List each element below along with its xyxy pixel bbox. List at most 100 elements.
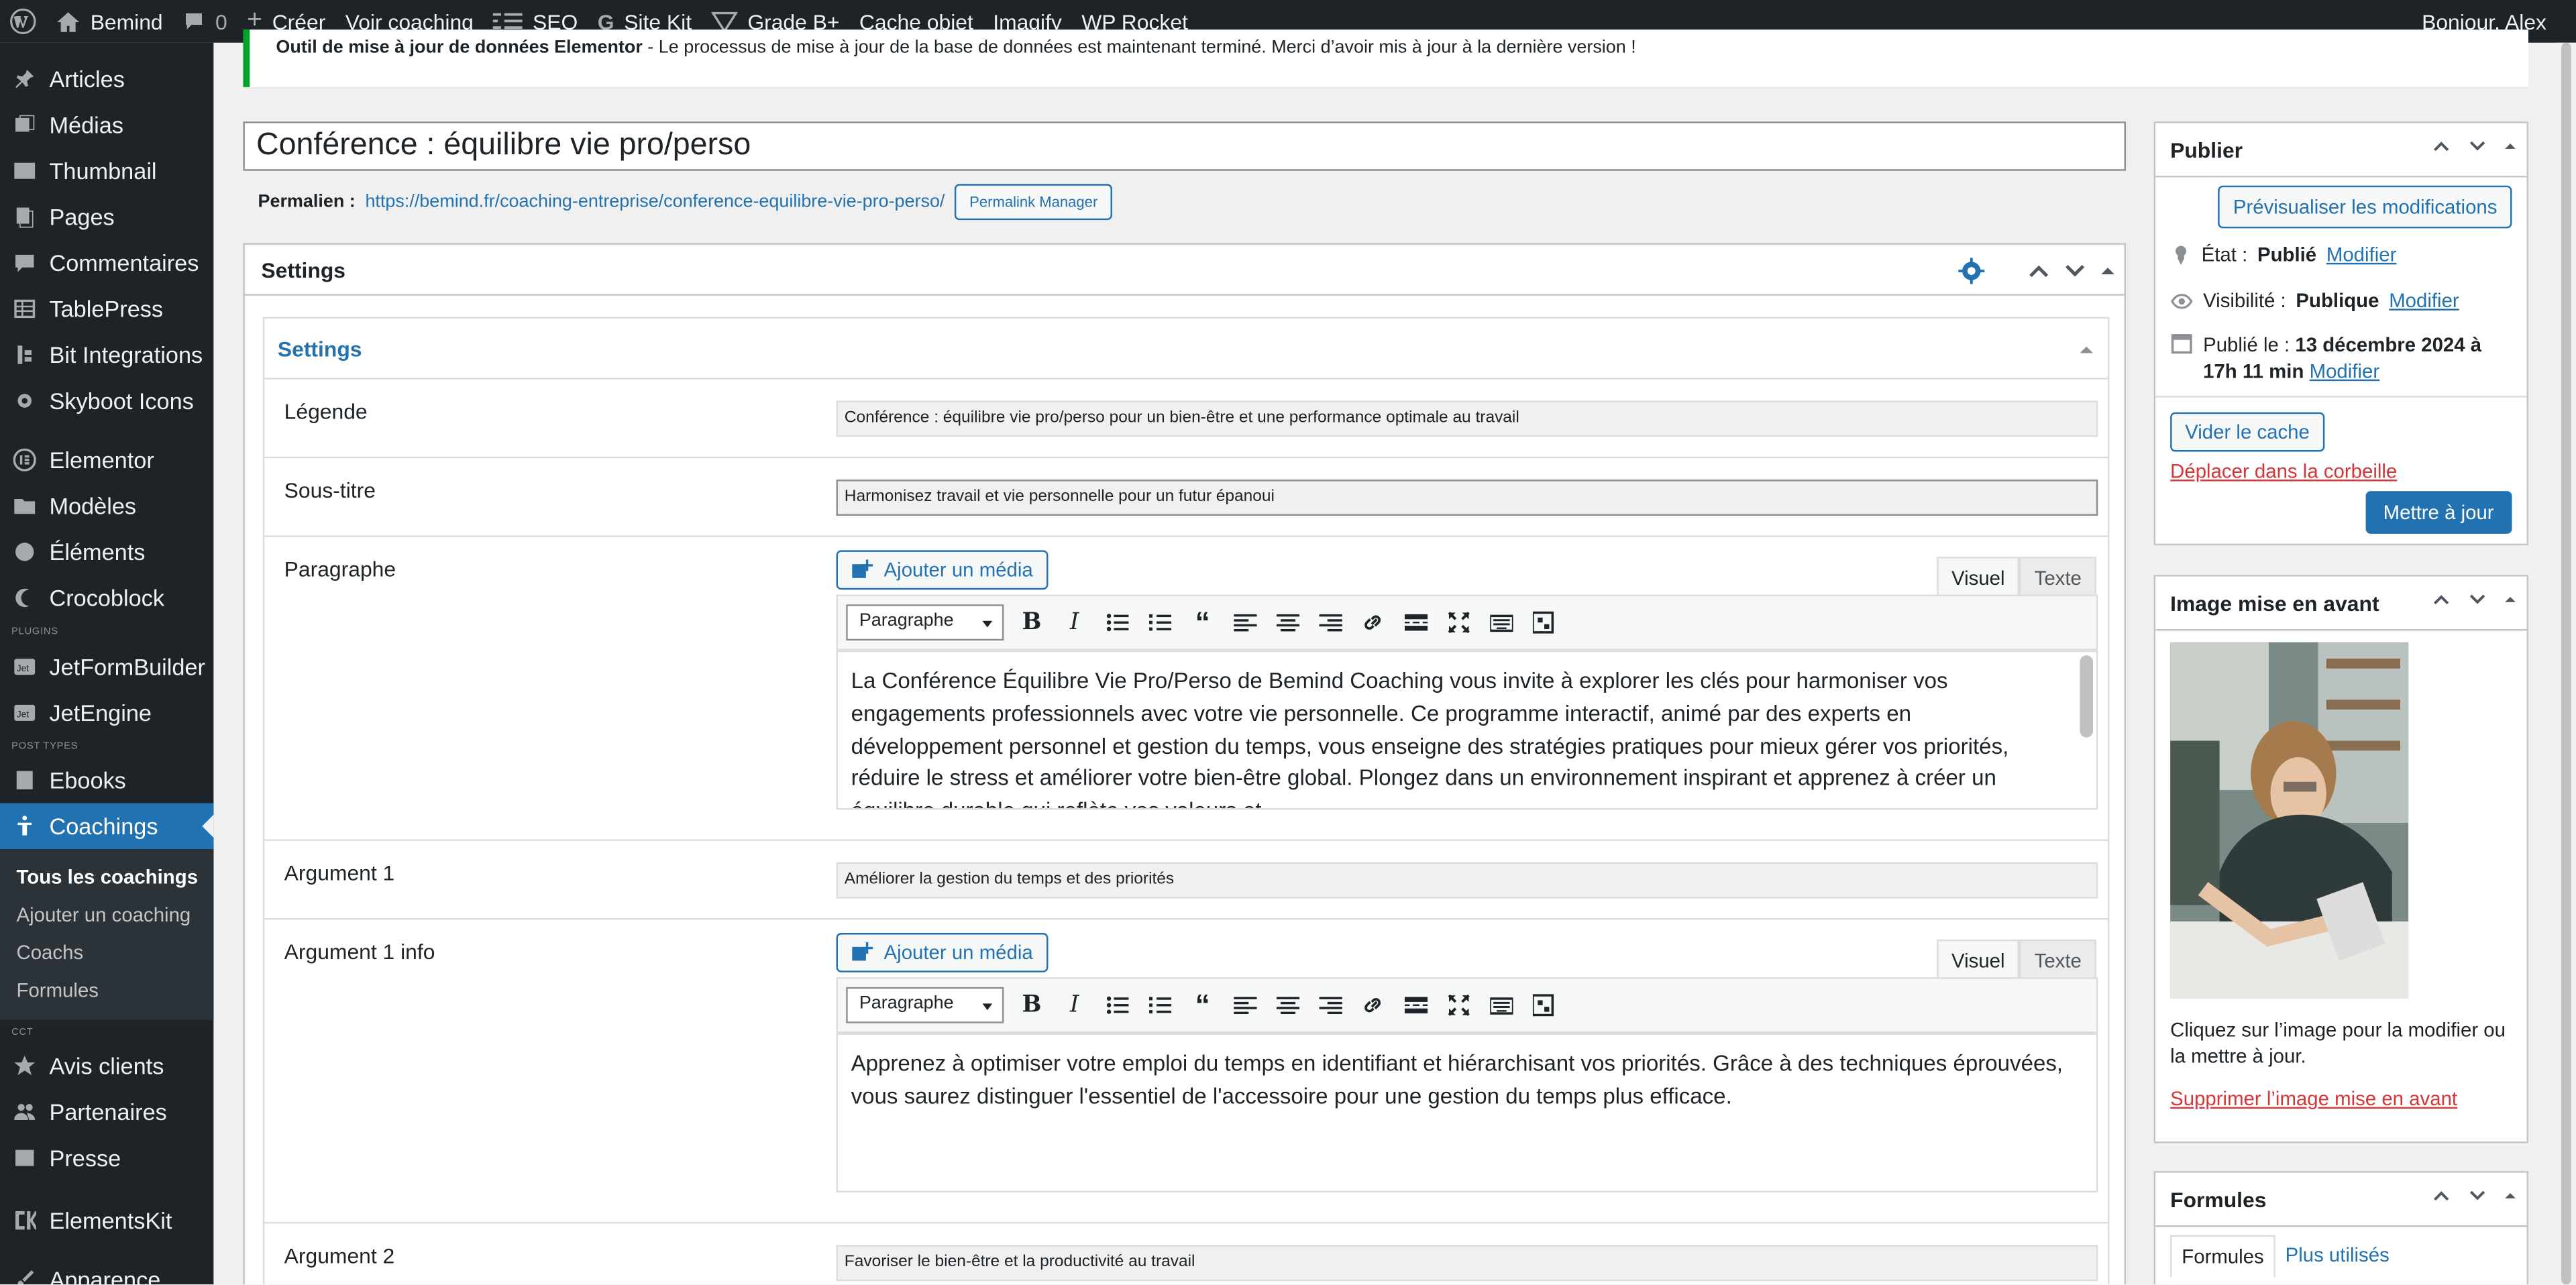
sidebar-item-jetengine[interactable]: Jet JetEngine	[0, 690, 213, 736]
page-scrollbar-track[interactable]	[2556, 42, 2576, 1285]
modify-status-link[interactable]: Modifier	[2326, 243, 2397, 266]
permalink-link[interactable]: https://bemind.fr/coaching-entreprise/co…	[365, 192, 945, 212]
modify-visibility-link[interactable]: Modifier	[2389, 289, 2459, 312]
numbered-list-icon[interactable]	[1145, 991, 1175, 1020]
sidebar-item-bit-integrations[interactable]: Bit Integrations	[0, 332, 213, 378]
bold-icon[interactable]: B	[1017, 608, 1046, 637]
submenu-formules[interactable]: Formules	[16, 979, 98, 1002]
tab-visual[interactable]: Visuel	[1936, 557, 2020, 600]
tab-formules[interactable]: Formules	[2170, 1235, 2275, 1278]
table-insert-icon[interactable]	[1529, 991, 1559, 1020]
featured-image[interactable]	[2170, 642, 2409, 999]
wp-logo[interactable]	[0, 0, 46, 43]
editor-scrollbar[interactable]	[2080, 655, 2094, 738]
soustitre-input[interactable]: Harmonisez travail et vie personnelle po…	[836, 480, 2098, 516]
align-center-icon[interactable]	[1273, 608, 1303, 637]
bold-icon[interactable]: B	[1017, 991, 1046, 1020]
bullet-list-icon[interactable]	[1102, 991, 1132, 1020]
link-icon[interactable]	[1358, 608, 1388, 637]
post-title-input[interactable]: Conférence : équilibre vie pro/perso	[243, 121, 2127, 171]
collapse-arrow-icon[interactable]	[2078, 341, 2094, 357]
tab-text[interactable]: Texte	[2019, 557, 2096, 600]
quote-icon[interactable]: “	[1188, 988, 1218, 1021]
sidebar-item-partenaires[interactable]: Partenaires	[0, 1089, 213, 1135]
sidebar-item-pages[interactable]: Pages	[0, 194, 213, 240]
paragraphe-editor[interactable]: La Conférence Équilibre Vie Pro/Perso de…	[836, 650, 2098, 810]
chevron-up-icon[interactable]	[2432, 593, 2451, 606]
chevron-down-icon[interactable]	[2467, 1189, 2487, 1203]
italic-icon[interactable]: I	[1060, 991, 1089, 1020]
submenu-add-coaching[interactable]: Ajouter un coaching	[16, 903, 191, 926]
chevron-up-icon[interactable]	[2432, 139, 2451, 153]
fullscreen-icon[interactable]	[1444, 608, 1474, 637]
chevron-up-icon[interactable]	[2432, 1189, 2451, 1203]
sidebar-item-articles[interactable]: Articles	[0, 56, 213, 102]
gear-icon[interactable]	[1958, 258, 1985, 284]
fullscreen-icon[interactable]	[1444, 991, 1474, 1020]
italic-icon[interactable]: I	[1060, 608, 1089, 637]
align-right-icon[interactable]	[1316, 991, 1346, 1020]
arg1-input[interactable]: Améliorer la gestion du temps et des pri…	[836, 862, 2098, 899]
align-left-icon[interactable]	[1230, 991, 1260, 1020]
keyboard-icon[interactable]	[1487, 608, 1516, 637]
sidebar-item-skyboot[interactable]: Skyboot Icons	[0, 378, 213, 424]
sidebar-item-medias[interactable]: Médias	[0, 102, 213, 148]
sidebar-item-thumbnail[interactable]: Thumbnail	[0, 148, 213, 194]
sidebar-item-elementor[interactable]: Elementor	[0, 437, 213, 483]
tab-text[interactable]: Texte	[2019, 939, 2096, 983]
table-insert-icon[interactable]	[1529, 608, 1559, 637]
permalink-manager-button[interactable]: Permalink Manager	[955, 184, 1113, 221]
arg1info-editor[interactable]: Apprenez à optimiser votre emploi du tem…	[836, 1033, 2098, 1192]
sidebar-item-elements[interactable]: Éléments	[0, 529, 213, 575]
chevron-down-icon[interactable]	[2467, 593, 2487, 606]
keyboard-icon[interactable]	[1487, 991, 1516, 1020]
chevron-down-icon[interactable]	[2467, 139, 2487, 153]
arg2-input[interactable]: Favoriser le bien-être et la productivit…	[836, 1245, 2098, 1282]
site-name-link[interactable]: Bemind	[46, 0, 173, 43]
collapse-arrow-icon[interactable]	[2504, 1189, 2517, 1203]
update-button[interactable]: Mettre à jour	[2365, 491, 2512, 534]
link-icon[interactable]	[1358, 991, 1388, 1020]
format-select[interactable]: Paragraphe	[846, 604, 1004, 641]
tab-visual[interactable]: Visuel	[1936, 939, 2020, 983]
legende-input[interactable]: Conférence : équilibre vie pro/perso pou…	[836, 400, 2098, 437]
trash-link[interactable]: Déplacer dans la corbeille	[2170, 460, 2397, 483]
sidebar-item-modeles[interactable]: Modèles	[0, 483, 213, 529]
align-right-icon[interactable]	[1316, 608, 1346, 637]
page-scrollbar-thumb[interactable]	[2561, 42, 2571, 1285]
sidebar-item-ebooks[interactable]: Ebooks	[0, 757, 213, 803]
modify-date-link[interactable]: Modifier	[2310, 359, 2380, 382]
submenu-coachs[interactable]: Coachs	[16, 941, 83, 964]
sidebar-item-avis[interactable]: Avis clients	[0, 1043, 213, 1089]
numbered-list-icon[interactable]	[1145, 608, 1175, 637]
read-more-icon[interactable]	[1401, 991, 1431, 1020]
comments-link[interactable]: 0	[172, 0, 237, 43]
collapse-arrow-icon[interactable]	[2100, 263, 2116, 279]
sidebar-item-jetformbuilder[interactable]: Jet JetFormBuilder	[0, 644, 213, 690]
purge-cache-button[interactable]: Vider le cache	[2170, 412, 2324, 452]
format-select[interactable]: Paragraphe	[846, 987, 1004, 1023]
sidebar-item-coachings[interactable]: Coachings	[0, 803, 214, 850]
submenu-all-coachings[interactable]: Tous les coachings	[16, 866, 198, 889]
preview-button[interactable]: Prévisualiser les modifications	[2218, 185, 2512, 229]
read-more-icon[interactable]	[1401, 608, 1431, 637]
sidebar-item-comments[interactable]: Commentaires	[0, 240, 213, 286]
sidebar-item-crocoblock[interactable]: Crocoblock	[0, 575, 213, 621]
sidebar-item-apparence[interactable]: Apparence	[0, 1256, 213, 1285]
align-left-icon[interactable]	[1230, 608, 1260, 637]
chevron-down-icon[interactable]	[2063, 263, 2086, 279]
sidebar-item-tablepress[interactable]: TablePress	[0, 286, 213, 332]
add-media-button[interactable]: Ajouter un média	[836, 550, 1048, 590]
collapse-arrow-icon[interactable]	[2504, 139, 2517, 153]
add-media-button[interactable]: Ajouter un média	[836, 933, 1048, 972]
sidebar-item-elementskit[interactable]: ElementsKit	[0, 1197, 213, 1243]
bullet-list-icon[interactable]	[1102, 608, 1132, 637]
sidebar-item-presse[interactable]: Presse	[0, 1135, 213, 1181]
chevron-up-icon[interactable]	[2027, 263, 2050, 279]
quote-icon[interactable]: “	[1188, 605, 1218, 638]
collapse-arrow-icon[interactable]	[2504, 593, 2517, 606]
align-center-icon[interactable]	[1273, 991, 1303, 1020]
settings-inner-header[interactable]: Settings	[264, 319, 2108, 380]
remove-featured-link[interactable]: Supprimer l’image mise en avant	[2170, 1087, 2457, 1110]
tab-most-used[interactable]: Plus utilisés	[2275, 1235, 2400, 1278]
